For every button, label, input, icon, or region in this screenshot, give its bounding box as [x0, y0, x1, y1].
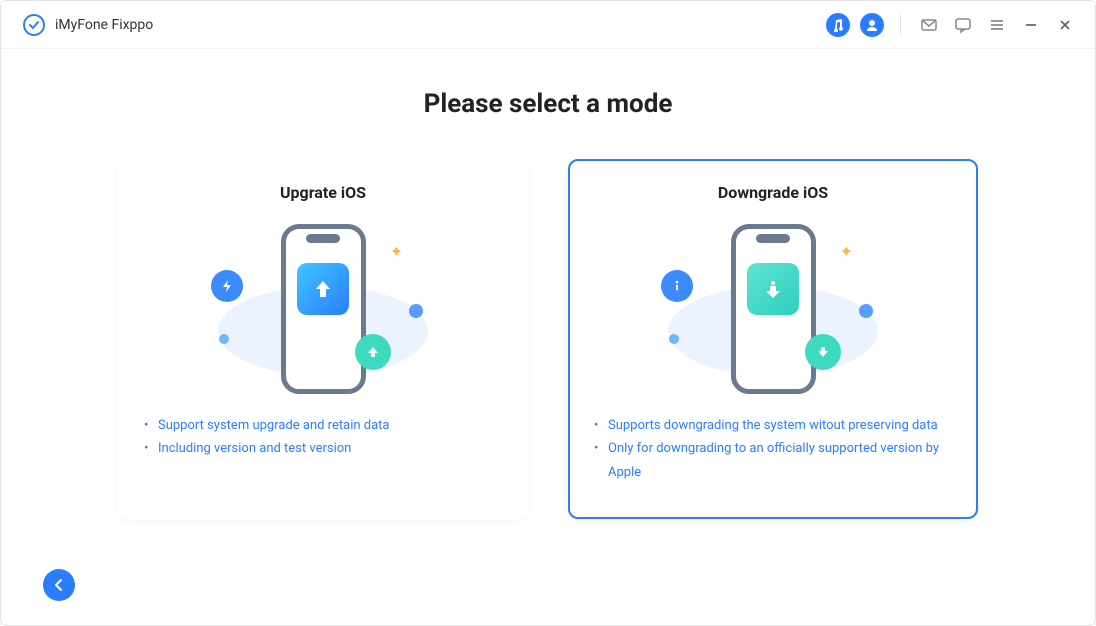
arrow-down-icon [747, 263, 799, 315]
mail-button[interactable] [917, 13, 941, 37]
card-bullet-list: Support system upgrade and retain data I… [144, 414, 502, 461]
dot-icon [669, 334, 679, 344]
card-bullet: Supports downgrading the system witout p… [594, 414, 952, 437]
titlebar: iMyFone Fixppo [1, 1, 1095, 49]
close-button[interactable] [1053, 13, 1077, 37]
mode-card-upgrade[interactable]: Upgrate iOS ✦ [118, 159, 528, 519]
app-window: iMyFone Fixppo [0, 0, 1096, 626]
dot-icon [219, 334, 229, 344]
titlebar-controls [826, 13, 1077, 37]
feedback-button[interactable] [951, 13, 975, 37]
circle-i-icon [661, 270, 693, 302]
mode-cards-row: Upgrate iOS ✦ [81, 159, 1015, 519]
arrow-down-small-icon [805, 334, 841, 370]
card-bullet: Only for downgrading to an officially su… [594, 437, 952, 484]
card-bullet: Including version and test version [144, 437, 502, 460]
menu-button[interactable] [985, 13, 1009, 37]
mode-card-downgrade[interactable]: Downgrade iOS ✦ [568, 159, 978, 519]
arrow-up-icon [297, 263, 349, 315]
music-promo-button[interactable] [826, 13, 850, 37]
phone-icon [281, 224, 366, 394]
downgrade-illustration: ✦ [643, 214, 903, 404]
bolt-icon [211, 270, 243, 302]
back-button[interactable] [43, 569, 75, 601]
dot-icon [859, 304, 873, 318]
account-button[interactable] [860, 13, 884, 37]
sparkle-icon: ✦ [840, 242, 853, 261]
app-logo-icon [23, 14, 45, 36]
page-title: Please select a mode [424, 89, 673, 119]
card-bullet-list: Supports downgrading the system witout p… [594, 414, 952, 484]
minimize-button[interactable] [1019, 13, 1043, 37]
card-bullet: Support system upgrade and retain data [144, 414, 502, 437]
upgrade-illustration: ✦ [193, 214, 453, 404]
phone-icon [731, 224, 816, 394]
dot-icon [409, 304, 423, 318]
card-title: Upgrate iOS [280, 183, 366, 202]
card-title: Downgrade iOS [718, 183, 828, 202]
sparkle-icon: ✦ [390, 242, 403, 261]
titlebar-divider [900, 15, 901, 35]
app-title: iMyFone Fixppo [55, 17, 153, 33]
arrow-up-small-icon [355, 334, 391, 370]
content-area: Please select a mode Upgrate iOS ✦ [1, 49, 1095, 625]
